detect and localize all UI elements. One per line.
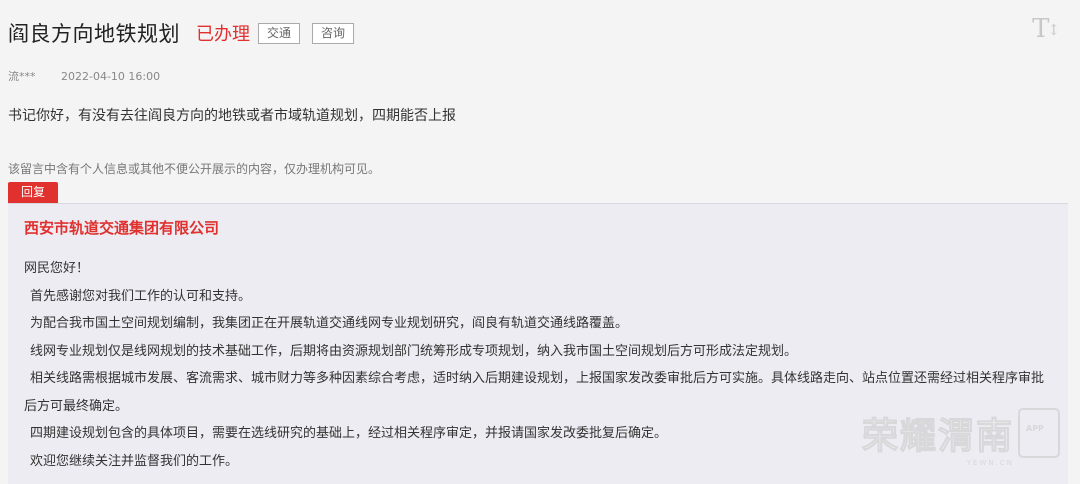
privacy-note: 该留言中含有个人信息或其他不便公开展示的内容，仅办理机构可见。 — [8, 162, 381, 176]
reply-paragraph: 首先感谢您对我们工作的认可和支持。 — [30, 288, 252, 304]
reply-paragraph: 网民您好！ — [24, 261, 90, 276]
post-meta: 流*** 2022-04-10 16:00 — [8, 68, 160, 84]
font-toggle-arrow: ↕ — [1047, 21, 1060, 39]
reply-paragraph: 四期建设规划包含的具体项目，需要在选线研究的基础上，经过相关程序审定，并报请国家… — [30, 426, 668, 441]
font-size-toggle-icon[interactable]: T↕ — [1032, 14, 1060, 44]
reply-panel: 西安市轨道交通集团有限公司 网民您好！ 首先感谢您对我们工作的认可和支持。 为配… — [8, 203, 1068, 484]
tag-category[interactable]: 交通 — [258, 22, 301, 44]
status-label: 已办理 — [196, 24, 250, 45]
tag-type[interactable]: 咨询 — [312, 22, 355, 44]
reply-paragraph: 为配合我市国土空间规划编制，我集团正在开展轨道交通线网专业规划研究，阎良有轨道交… — [30, 316, 629, 331]
reply-paragraph: 欢迎您继续关注并监督我们的工作。 — [30, 453, 239, 469]
page-title: 阎良方向地铁规划 — [8, 22, 180, 46]
reply-body: 网民您好！ 首先感谢您对我们工作的认可和支持。 为配合我市国土空间规划编制，我集… — [24, 255, 1054, 475]
reply-tab: 回复 — [8, 182, 58, 203]
reply-paragraph: 相关线路需根据城市发展、客流需求、城市财力等多种因素综合考虑，适时纳入后期建设规… — [24, 371, 1045, 414]
post-time: 2022-04-10 16:00 — [61, 70, 161, 83]
reply-paragraph: 线网专业规划仅是线网规划的技术基础工作，后期将由资源规划部门统筹形成专项规划，纳… — [30, 343, 798, 359]
title-row: 阎良方向地铁规划 已办理 交通 咨询 — [8, 18, 355, 48]
question-text: 书记你好，有没有去往阎良方向的地铁或者市域轨道规划，四期能否上报 — [8, 108, 456, 124]
author-name: 流*** — [8, 70, 36, 83]
reply-organization: 西安市轨道交通集团有限公司 — [24, 219, 220, 237]
